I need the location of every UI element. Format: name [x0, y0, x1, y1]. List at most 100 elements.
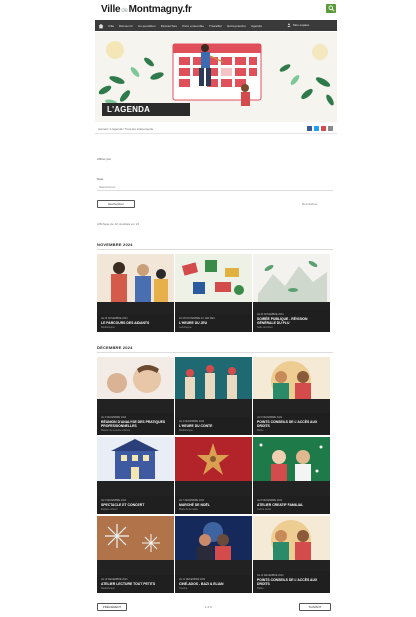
event-location: Maison de la petite enfance [101, 429, 131, 432]
page-title: L'AGENDA [102, 103, 191, 116]
event-location: Espace culturel [101, 508, 118, 511]
event-date: DU 29 NOVEMBRE AU 1ER DÉC. [179, 317, 216, 320]
next-page-button[interactable]: SUIVANT [299, 603, 331, 611]
event-image [253, 437, 330, 481]
page-numbers[interactable]: 1 2 3 [205, 605, 212, 609]
search-icon [328, 5, 334, 12]
logo-right: Montmagny.fr [128, 4, 192, 15]
event-location: Salle des fêtes [257, 326, 273, 329]
user-icon [287, 23, 291, 27]
event-image [97, 357, 174, 399]
event-date: LE 6 DÉCEMBRE 2024 [101, 499, 127, 502]
event-image [253, 254, 330, 302]
month-divider [97, 249, 333, 250]
event-title: ATELIER LECTURE TOUT PETITS [101, 582, 156, 586]
event-card[interactable]: LE 4 DÉCEMBRE 2024 L'HEURE DU CONTE Médi… [175, 357, 252, 435]
event-title: ATELIER CREATIF FAMILIAL [257, 503, 304, 507]
user-menu[interactable]: Mon espace [287, 23, 309, 27]
event-title: LE PARCOURS DES AIDANTS [101, 321, 150, 325]
month-divider [97, 352, 333, 353]
date-select-placeholder: Sélectionner [99, 185, 116, 189]
event-card[interactable]: LE 10 DÉCEMBRE 2024 ATELIER LECTURE TOUT… [97, 516, 174, 593]
event-location: Médiathèque [179, 429, 193, 432]
nav-item-vivre[interactable]: Vivre ensemble [182, 24, 204, 28]
search-button[interactable] [326, 4, 336, 13]
facebook-icon[interactable] [307, 126, 312, 131]
nav-item-quotidien[interactable]: Au quotidien [138, 24, 156, 28]
event-location: Mairie [257, 429, 264, 432]
event-date: LE 30 NOVEMBRE 2024 [257, 313, 284, 316]
event-card[interactable]: LE 5 DÉCEMBRE 2024 POINTS CONSEILS DE L'… [253, 357, 330, 435]
main-nav: Ville Découvrir Au quotidien Démarches V… [95, 20, 337, 31]
hero-banner: L'AGENDA [95, 32, 337, 122]
month-heading: DÉCEMBRE 2024 [97, 345, 133, 350]
event-image [175, 516, 252, 560]
site-logo[interactable]: VilledeMontmagny.fr [101, 4, 192, 15]
reset-link[interactable]: Réinitialiser [302, 202, 318, 206]
event-card[interactable]: LE 8 DÉCEMBRE 2024 ATELIER CREATIF FAMIL… [253, 437, 330, 514]
nav-item-entreprendre[interactable]: Entreprendre [227, 24, 246, 28]
logo-left: Ville [101, 4, 121, 15]
event-date: LE 12 DÉCEMBRE 2024 [257, 574, 284, 577]
event-location: Médiathèque [101, 587, 115, 590]
prev-page-button[interactable]: PRÉCÉDENT [97, 603, 127, 611]
event-location: Mairie [257, 587, 264, 590]
event-card[interactable]: LE 30 NOVEMBRE 2024 SOIRÉE PUBLIQUE - RÉ… [253, 254, 330, 332]
share-buttons [307, 126, 333, 131]
event-caption: LE 10 DÉCEMBRE 2024 ATELIER LECTURE TOUT… [97, 575, 174, 593]
event-title: SOIRÉE PUBLIQUE - RÉVISION GÉNÉRALE DU P… [257, 317, 308, 325]
event-date: LE 3 DÉCEMBRE 2024 [101, 416, 127, 419]
event-title: MARCHÉ DE NOËL [179, 503, 210, 507]
event-card[interactable]: LE 12 DÉCEMBRE 2024 POINTS CONSEILS DE L… [253, 516, 330, 593]
event-card[interactable]: LE 3 DÉCEMBRE 2024 RÉUNION D'ANALYSE DES… [97, 357, 174, 435]
event-card[interactable]: LE 23 NOVEMBRE 2024 LE PARCOURS DES AIDA… [97, 254, 174, 332]
event-location: Cinéma [179, 587, 188, 590]
event-location: Place de la mairie [179, 508, 199, 511]
event-card[interactable]: LE 7 DÉCEMBRE 2024 MARCHÉ DE NOËL Place … [175, 437, 252, 514]
event-location: Ludothèque [179, 326, 192, 329]
search-submit-button[interactable]: Rechercher [97, 200, 135, 208]
event-title: SPECTACLE ET CONCERT [101, 503, 145, 507]
event-image [97, 254, 174, 302]
nav-item-demarches[interactable]: Démarches [161, 24, 177, 28]
date-select[interactable]: Sélectionner [97, 183, 333, 191]
event-image [253, 516, 330, 560]
twitter-icon[interactable] [314, 126, 319, 131]
event-caption: LE 8 DÉCEMBRE 2024 ATELIER CREATIF FAMIL… [253, 496, 330, 514]
event-date: LE 4 DÉCEMBRE 2024 [179, 420, 205, 423]
event-caption: LE 6 DÉCEMBRE 2024 SPECTACLE ET CONCERT … [97, 496, 174, 514]
print-icon[interactable] [328, 126, 333, 131]
event-date: LE 8 DÉCEMBRE 2024 [257, 499, 283, 502]
event-location: Médiathèque [101, 326, 115, 329]
event-title: CINÉ-ADOS - BAZI & ELIAN [179, 582, 224, 586]
event-image [97, 516, 174, 560]
event-card[interactable]: LE 6 DÉCEMBRE 2024 SPECTACLE ET CONCERT … [97, 437, 174, 514]
event-image [253, 357, 330, 399]
event-image [175, 357, 252, 399]
event-date: LE 5 DÉCEMBRE 2024 [257, 416, 283, 419]
nav-item-decouvrir[interactable]: Découvrir [119, 24, 133, 28]
date-field-label: Date [97, 177, 104, 181]
event-caption: DU 29 NOVEMBRE AU 1ER DÉC. L'HEURE DU JE… [175, 314, 252, 332]
event-title: RÉUNION D'ANALYSE DES PRATIQUES PROFESSI… [101, 420, 166, 428]
nav-item-travailler[interactable]: Travailler [209, 24, 222, 28]
event-location: Centre social [257, 508, 271, 511]
results-count: Affichage de 12 résultats sur 24 [97, 222, 140, 226]
event-caption: LE 12 DÉCEMBRE 2024 POINTS CONSEILS DE L… [253, 571, 330, 593]
event-title: L'HEURE DU CONTE [179, 424, 213, 428]
logo-mid: de [121, 8, 128, 14]
nav-item-ville[interactable]: Ville [108, 24, 114, 28]
event-caption: LE 3 DÉCEMBRE 2024 RÉUNION D'ANALYSE DES… [97, 413, 174, 435]
breadcrumb[interactable]: Accueil / L'agenda / Tous les événements [98, 127, 153, 131]
nav-item-agenda[interactable]: Agenda [251, 24, 262, 28]
event-title: POINTS CONSEILS DE L'ACCÈS AUX DROITS [257, 578, 318, 586]
event-date: LE 10 DÉCEMBRE 2024 [101, 578, 128, 581]
event-image [175, 254, 252, 302]
event-caption: LE 5 DÉCEMBRE 2024 POINTS CONSEILS DE L'… [253, 413, 330, 435]
event-image [175, 437, 252, 481]
home-icon[interactable] [98, 23, 104, 29]
event-card[interactable]: LE 11 DÉCEMBRE 2024 CINÉ-ADOS - BAZI & E… [175, 516, 252, 593]
event-card[interactable]: DU 29 NOVEMBRE AU 1ER DÉC. L'HEURE DU JE… [175, 254, 252, 332]
event-image [97, 437, 174, 481]
email-icon[interactable] [321, 126, 326, 131]
